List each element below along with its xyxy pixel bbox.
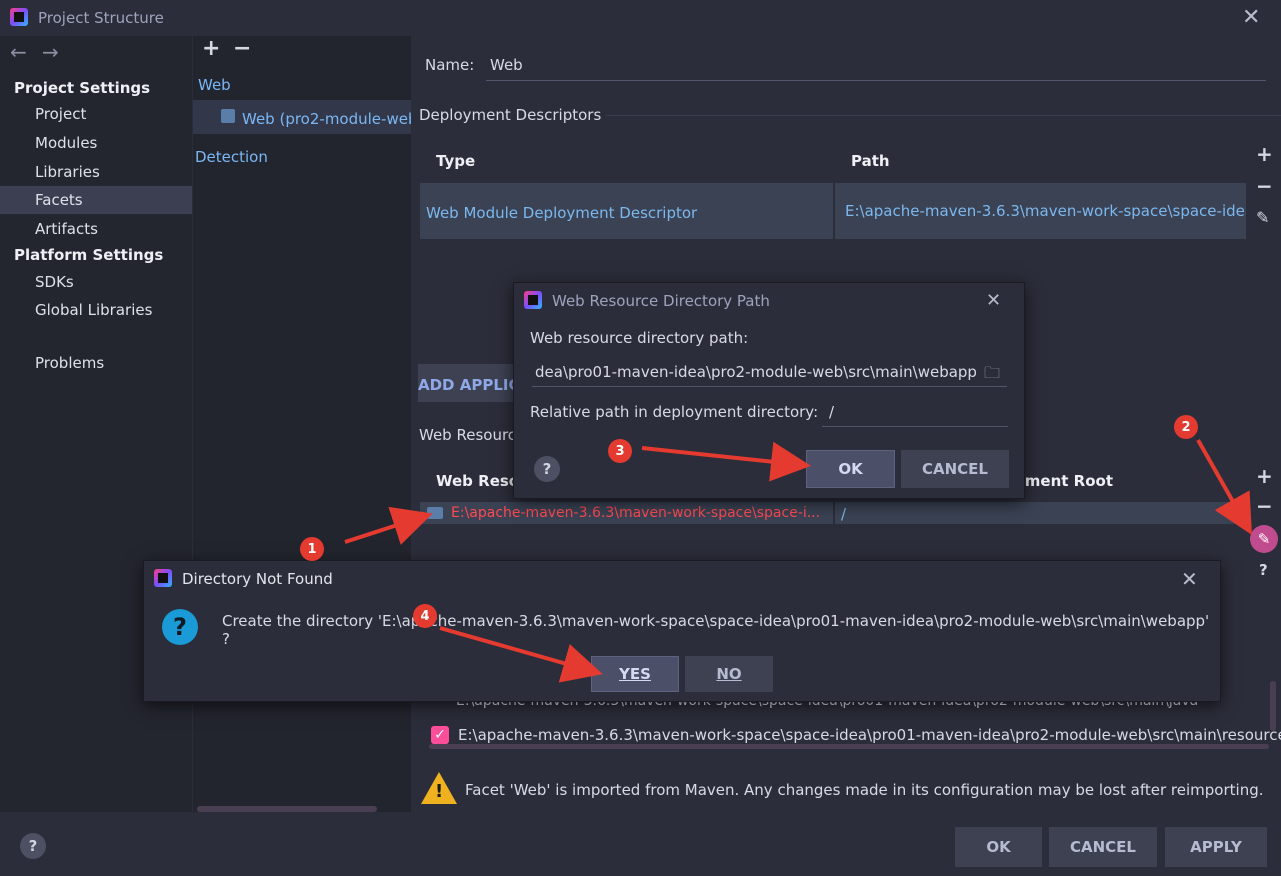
arrow-1 bbox=[344, 506, 433, 545]
arrow-3 bbox=[641, 441, 811, 482]
annotation-marker-1: 1 bbox=[300, 537, 324, 561]
arrow-2 bbox=[1196, 439, 1252, 535]
annotation-marker-2: 2 bbox=[1174, 415, 1198, 439]
annotation-marker-4: 4 bbox=[413, 604, 437, 628]
annotation-arrows bbox=[344, 439, 1252, 683]
arrow-4 bbox=[439, 626, 603, 683]
annotation-marker-3: 3 bbox=[608, 439, 632, 463]
